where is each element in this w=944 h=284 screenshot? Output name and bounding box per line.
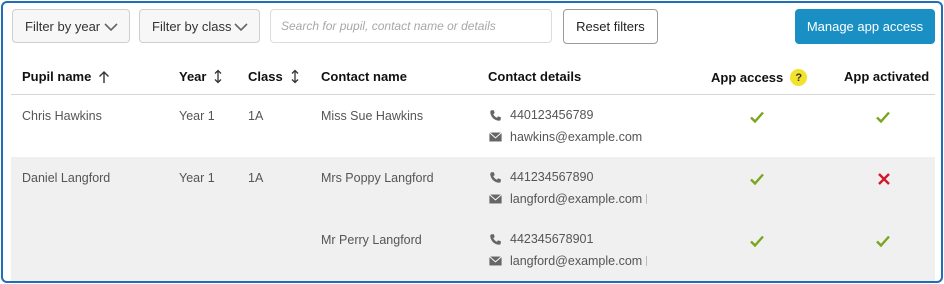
pupil-year: Year 1: [179, 171, 215, 185]
column-header-contact-details: Contact details: [488, 69, 581, 84]
contact-email-address: langford@example.com: [510, 254, 643, 268]
check-icon: [750, 173, 764, 186]
pupil-class: 1A: [248, 171, 264, 185]
table-row: [11, 157, 935, 281]
contact-phone: 440123456789: [488, 108, 593, 122]
truncation-mark: [646, 256, 648, 266]
column-header-pupil[interactable]: Pupil name: [22, 69, 110, 84]
check-icon: [750, 111, 764, 124]
column-header-app-activated-label: App activated: [844, 69, 930, 84]
chevron-down-icon: [104, 23, 118, 32]
contact-email: langford@example.com: [488, 254, 648, 268]
contact-phone-number: 441234567890: [510, 170, 594, 184]
chevron-down-icon: [234, 23, 248, 32]
contact-name: Mr Perry Langford: [321, 233, 422, 247]
pupil-year: Year 1: [179, 109, 215, 123]
column-header-contact-name: Contact name: [321, 69, 407, 84]
contact-name: Miss Sue Hawkins: [321, 109, 424, 123]
arrow-up-icon: [99, 70, 110, 83]
filter-year-select[interactable]: Filter by year: [12, 9, 130, 43]
filter-year-label: Filter by year: [25, 18, 101, 34]
manage-app-access-button[interactable]: Manage app access: [795, 9, 935, 44]
filter-class-label: Filter by class: [152, 18, 232, 34]
pupil-name: Chris Hawkins: [22, 109, 102, 123]
contact-phone: 442345678901: [488, 232, 593, 246]
contact-email-address: langford@example.com: [510, 192, 643, 206]
contact-email: hawkins@example.com: [488, 130, 642, 144]
column-header-app-access-label: App access: [711, 70, 784, 85]
column-header-class[interactable]: Class: [248, 69, 300, 84]
filter-toolbar: Filter by year Filter by class Reset fil…: [3, 3, 941, 53]
phone-icon: [488, 108, 502, 122]
filter-class-select[interactable]: Filter by class: [139, 9, 260, 43]
truncation-mark: [646, 194, 648, 204]
pupil-contacts-panel: Filter by year Filter by class Reset fil…: [1, 1, 943, 283]
contact-email-address: hawkins@example.com: [510, 130, 643, 144]
pupil-class: 1A: [248, 109, 264, 123]
sort-icon: [291, 69, 299, 84]
column-header-contact-details-label: Contact details: [488, 69, 582, 84]
phone-icon: [488, 232, 502, 246]
table-row: [11, 95, 935, 157]
column-header-pupil-label: Pupil name: [22, 69, 92, 84]
column-header-app-activated: App activated: [844, 69, 929, 84]
envelope-icon: [488, 254, 502, 268]
search-input[interactable]: [270, 9, 552, 43]
contact-phone-number: 442345678901: [510, 232, 594, 246]
check-icon: [750, 235, 764, 248]
column-header-year-label: Year: [179, 69, 207, 84]
reset-filters-button[interactable]: Reset filters: [563, 9, 658, 44]
sort-icon: [215, 69, 222, 84]
help-icon[interactable]: ?: [790, 69, 808, 86]
cross-icon: [878, 173, 890, 185]
column-header-app-access: App access ?: [711, 69, 808, 86]
check-icon: [876, 235, 890, 248]
contact-name: Mrs Poppy Langford: [321, 171, 434, 185]
column-header-class-label: Class: [248, 69, 283, 84]
column-header-year[interactable]: Year: [179, 69, 223, 84]
contact-phone-number: 440123456789: [510, 108, 594, 122]
contact-phone: 441234567890: [488, 170, 593, 184]
contact-email: langford@example.com: [488, 192, 648, 206]
column-header-contact-name-label: Contact name: [321, 69, 407, 84]
check-icon: [876, 111, 890, 124]
phone-icon: [488, 170, 502, 184]
pupil-name: Daniel Langford: [22, 171, 111, 185]
envelope-icon: [488, 192, 502, 206]
envelope-icon: [488, 130, 502, 144]
